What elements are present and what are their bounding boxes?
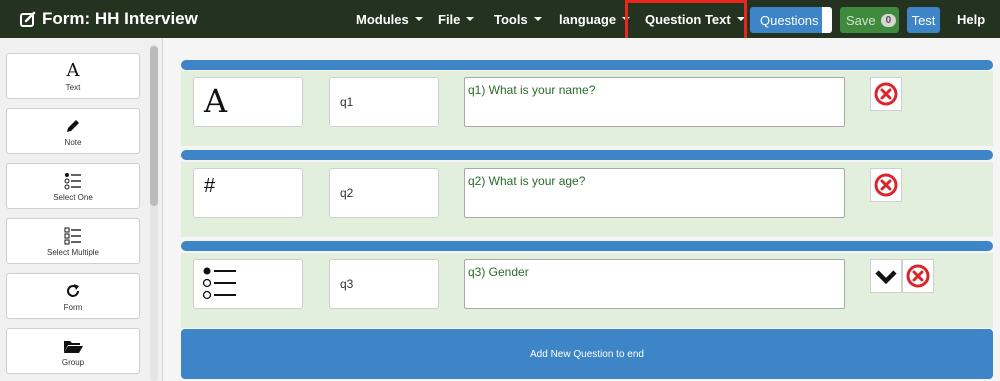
question-row: A q1 q1) What is your name? xyxy=(181,71,993,146)
move-down-button[interactable] xyxy=(870,259,902,293)
tool-select-one[interactable]: Select One xyxy=(6,163,140,209)
tool-text[interactable]: A Text xyxy=(6,53,140,99)
sidebar-scrollbar[interactable] xyxy=(150,44,158,381)
tool-select-multiple[interactable]: Select Multiple xyxy=(6,218,140,264)
question-actions xyxy=(870,168,902,202)
top-navbar: Form: HH Interview Modules File Tools la… xyxy=(0,0,1000,42)
question-row: # q2 q2) What is your age? xyxy=(181,162,993,237)
chevron-down-icon xyxy=(875,270,897,285)
question-actions xyxy=(870,77,902,111)
add-question-button[interactable]: Add New Question to end xyxy=(181,329,993,379)
app-brand[interactable]: Form: HH Interview xyxy=(20,0,198,38)
delete-icon xyxy=(874,82,898,106)
question-text-field[interactable]: q1) What is your name? xyxy=(464,77,845,127)
question-row: q3 q3) Gender xyxy=(181,253,993,328)
pencil-icon xyxy=(65,116,81,136)
app-title: Form: HH Interview xyxy=(42,9,198,28)
folder-icon xyxy=(63,336,83,356)
delete-icon xyxy=(874,173,898,197)
insert-divider[interactable] xyxy=(181,60,993,70)
radio-list-icon xyxy=(202,267,236,300)
menu-language[interactable]: language xyxy=(559,0,631,38)
question-id-field[interactable]: q3 xyxy=(329,259,439,309)
question-text-field[interactable]: q2) What is your age? xyxy=(464,168,845,218)
chevron-down-icon xyxy=(466,17,475,21)
test-button[interactable]: Test xyxy=(907,7,940,33)
delete-question-button[interactable] xyxy=(902,259,934,293)
question-type-box xyxy=(193,259,303,309)
text-icon: A xyxy=(204,82,228,120)
tool-note[interactable]: Note xyxy=(6,108,140,154)
highlight-box xyxy=(625,0,747,42)
checkbox-list-icon xyxy=(64,226,82,246)
tool-group[interactable]: Group xyxy=(6,328,140,374)
refresh-icon xyxy=(64,281,82,301)
save-count-badge: 0 xyxy=(880,13,897,27)
question-text-field[interactable]: q3) Gender xyxy=(464,259,845,309)
delete-question-button[interactable] xyxy=(870,168,902,202)
question-id-field[interactable]: q2 xyxy=(329,168,439,218)
menu-modules[interactable]: Modules xyxy=(356,0,423,38)
toggle-knob xyxy=(822,7,832,33)
delete-icon xyxy=(906,264,930,288)
chevron-down-icon xyxy=(414,17,423,21)
tool-form[interactable]: Form xyxy=(6,273,140,319)
insert-divider[interactable] xyxy=(181,241,993,251)
number-icon: # xyxy=(204,175,216,197)
question-actions xyxy=(870,259,934,293)
questions-toggle[interactable]: Questions xyxy=(750,7,832,33)
question-type-box: # xyxy=(193,168,303,218)
question-type-box: A xyxy=(193,77,303,127)
menu-tools[interactable]: Tools xyxy=(494,0,542,38)
text-icon: A xyxy=(66,60,80,81)
edit-icon xyxy=(20,11,36,27)
menu-file[interactable]: File xyxy=(438,0,475,38)
question-editor: A q1 q1) What is your name? # q2 q2) Wha… xyxy=(163,38,1000,381)
radio-list-icon xyxy=(64,171,82,191)
save-button[interactable]: Save 0 xyxy=(840,7,899,33)
scrollbar-thumb[interactable] xyxy=(150,46,158,206)
delete-question-button[interactable] xyxy=(870,77,902,111)
chevron-down-icon xyxy=(533,17,542,21)
question-type-sidebar: A Text Note Select One Select Multiple F… xyxy=(0,38,163,381)
insert-divider[interactable] xyxy=(181,150,993,160)
question-id-field[interactable]: q1 xyxy=(329,77,439,127)
menu-help[interactable]: Help xyxy=(957,0,985,38)
